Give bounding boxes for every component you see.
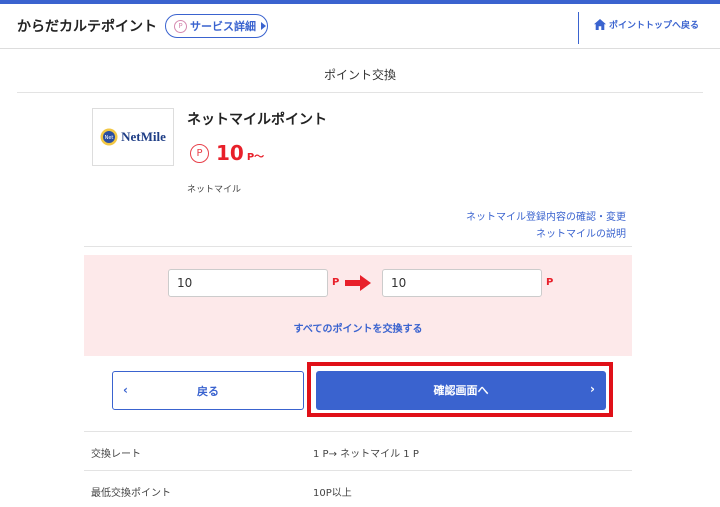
netmile-explanation-link[interactable]: ネットマイルの説明	[536, 225, 626, 240]
partner-logo: Net NetMile	[92, 108, 174, 166]
point-icon: P	[174, 19, 187, 33]
chevron-right-icon: ›	[590, 382, 595, 396]
svg-text:Net: Net	[105, 135, 114, 141]
back-button-label: 戻る	[197, 385, 219, 398]
registration-confirm-link[interactable]: ネットマイル登録内容の確認・変更	[466, 208, 626, 223]
service-details-button[interactable]: P サービス詳細	[165, 14, 268, 38]
header-divider	[578, 12, 579, 44]
partner-name: ネットマイルポイント	[187, 112, 327, 128]
info-value: 1 P→ ネットマイル 1 P	[313, 449, 419, 460]
point-top-link[interactable]: ポイントトップへ戻る	[594, 18, 699, 31]
page-title: ポイント交換	[323, 68, 396, 82]
play-arrow-icon	[261, 22, 266, 30]
service-details-label: サービス詳細	[190, 20, 256, 33]
rate-unit: P～	[246, 152, 265, 163]
app-title: からだカルテポイント	[17, 19, 157, 35]
logo-wordmark: NetMile	[121, 129, 166, 144]
divider	[84, 431, 632, 432]
arrow-right-icon	[345, 275, 371, 291]
header: からだカルテポイント P サービス詳細 ポイントトップへ戻る	[0, 4, 720, 49]
confirm-button-label: 確認画面へ	[433, 384, 489, 397]
info-label: 最低交換ポイント	[91, 488, 171, 499]
exchange-panel: P P すべてのポイントを交換する	[84, 255, 632, 356]
divider	[17, 92, 703, 93]
netmile-globe-icon: Net	[100, 128, 118, 146]
to-unit: P	[546, 277, 554, 288]
provider-name: ネットマイル	[187, 185, 242, 195]
info-label: 交換レート	[91, 449, 141, 460]
home-icon	[594, 19, 606, 30]
from-points-input[interactable]	[168, 269, 328, 297]
confirm-button[interactable]: 確認画面へ ›	[316, 371, 606, 410]
point-rate: P 10 P～	[190, 141, 264, 165]
from-unit: P	[332, 277, 340, 288]
point-top-label: ポイントトップへ戻る	[609, 21, 700, 31]
to-points-input[interactable]	[382, 269, 542, 297]
rate-value: 10	[216, 141, 244, 165]
point-icon: P	[190, 143, 209, 163]
back-button[interactable]: ‹ 戻る	[112, 371, 304, 410]
divider	[84, 246, 632, 247]
info-value: 10P以上	[313, 488, 352, 499]
exchange-all-points-link[interactable]: すべてのポイントを交換する	[84, 320, 632, 335]
divider	[84, 470, 632, 471]
